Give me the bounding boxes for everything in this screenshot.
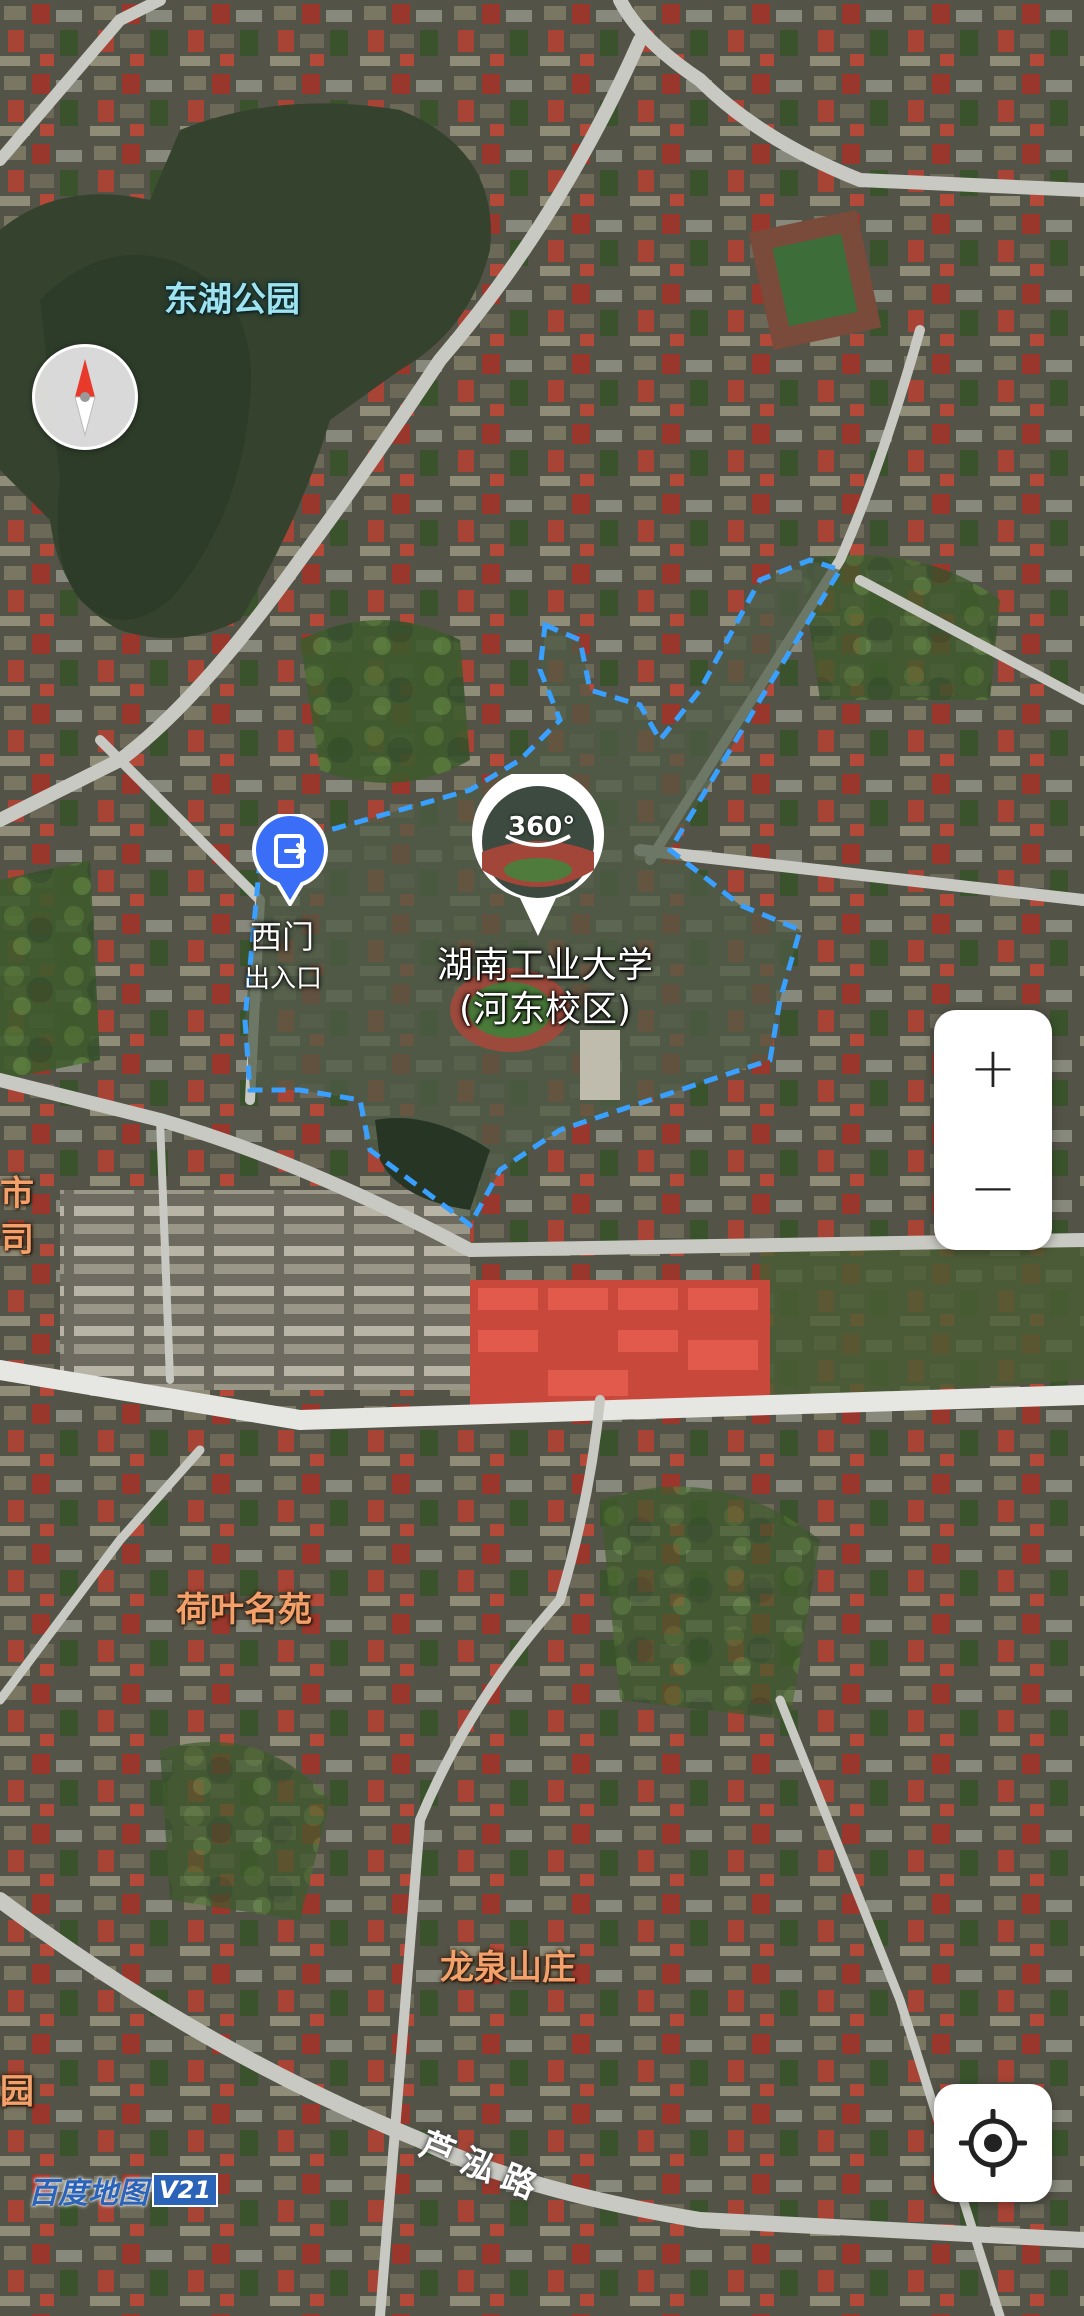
panorama-360-pin[interactable]: 360° [468,768,608,940]
campus-label[interactable]: 湖南工业大学 (河东校区) [410,944,680,1032]
edge-label-city: 市 [0,1174,34,1214]
campus-name: 湖南工业大学 [436,945,653,986]
locate-icon [959,2109,1027,2177]
campus-subname: (河东校区) [458,989,632,1030]
edge-label-company: 公司 [0,1220,34,1260]
west-gate-marker[interactable] [250,812,330,908]
heye-mingyuan-label[interactable]: 荷叶名苑 [176,1582,312,1631]
compass-icon [74,359,96,437]
entrance-icon [252,812,328,908]
compass-button[interactable] [32,344,138,450]
donghu-park-label[interactable]: 东湖公园 [164,272,300,321]
watermark-version: V21 [152,2173,218,2207]
locate-button[interactable] [934,2084,1052,2202]
west-gate-sublabel: 出入口 [244,964,323,994]
map-watermark: 百度地图 V21 [28,2168,218,2212]
longquan-shanzhuang-label[interactable]: 龙泉山庄 [440,1940,576,1989]
zoom-in-button[interactable]: + [934,1010,1052,1128]
zoom-in-label: + [969,1036,1017,1101]
zoom-out-label: − [969,1156,1017,1221]
zoom-controls: + − [934,1010,1052,1250]
panorama-360-icon [472,768,604,936]
panorama-badge: 360° [508,812,576,842]
zoom-out-button[interactable]: − [934,1130,1052,1248]
edge-label-garden: 花园 [0,2072,34,2112]
west-gate-label[interactable]: 西门 [250,912,314,958]
watermark-brand: 百度地图 [28,2176,148,2211]
